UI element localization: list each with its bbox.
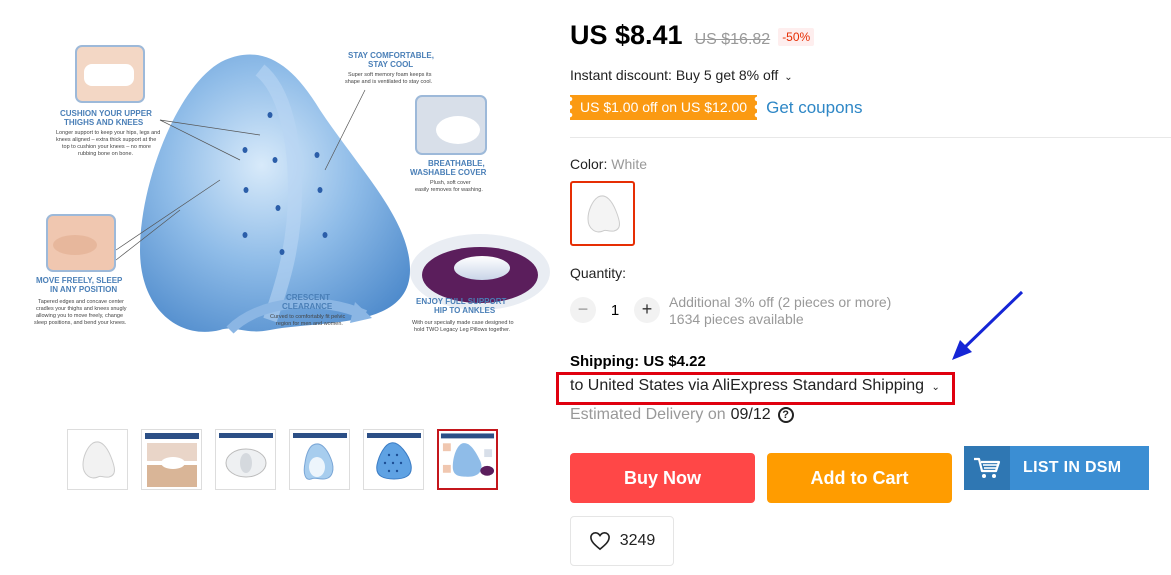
- svg-text:STAY COMFORTABLE,: STAY COMFORTABLE,: [348, 51, 434, 60]
- svg-text:With our specially made case d: With our specially made case designed to: [412, 320, 514, 326]
- heart-icon: [589, 531, 610, 551]
- svg-text:sleep positions, and bend your: sleep positions, and bend your knees.: [34, 320, 127, 326]
- svg-text:Curved to comfortably fit pelv: Curved to comfortably fit pelvic: [270, 314, 345, 320]
- pillow-white-swatch-image: [586, 195, 620, 232]
- shipping-method-selector[interactable]: to United States via AliExpress Standard…: [570, 377, 940, 395]
- estimated-delivery: Estimated Delivery on 09/12 ?: [570, 406, 794, 424]
- thumbnail-4[interactable]: [289, 429, 350, 490]
- svg-text:CLEARANCE: CLEARANCE: [282, 302, 333, 311]
- shipping-destination: to United States via AliExpress Standard…: [570, 377, 924, 394]
- svg-text:top to cushion your knees – no: top to cushion your knees – no more: [62, 144, 151, 150]
- current-price: US $8.41: [570, 20, 683, 50]
- wishlist-count: 3249: [619, 532, 656, 549]
- discount-badge: -50%: [778, 28, 815, 46]
- price-row: US $8.41 US $16.82 -50%: [570, 20, 815, 51]
- color-label-text: Color:: [570, 156, 608, 172]
- svg-text:Plush, soft cover: Plush, soft cover: [430, 180, 471, 186]
- chevron-down-icon: ⌄: [931, 382, 940, 393]
- svg-text:region for men and women.: region for men and women.: [276, 321, 343, 327]
- svg-text:WASHABLE COVER: WASHABLE COVER: [410, 168, 487, 177]
- annotation-arrow-icon: [952, 290, 1024, 360]
- svg-text:BREATHABLE,: BREATHABLE,: [428, 159, 485, 168]
- estimated-delivery-date: 09/12: [730, 406, 771, 423]
- pillow-grey-image: [218, 432, 273, 477]
- svg-text:STAY COOL: STAY COOL: [368, 60, 413, 69]
- pillow-vented-image: [366, 432, 421, 480]
- svg-text:cradles your thighs and knees: cradles your thighs and knees snugly: [36, 306, 127, 312]
- pillow-infographic-image: [440, 432, 495, 477]
- quantity-label: Quantity:: [570, 265, 627, 281]
- add-to-cart-button[interactable]: Add to Cart: [767, 453, 952, 503]
- svg-text:IN ANY POSITION: IN ANY POSITION: [50, 285, 117, 294]
- quantity-info: Additional 3% off (2 pieces or more) 163…: [669, 294, 891, 328]
- svg-text:ENJOY FULL SUPPORT: ENJOY FULL SUPPORT: [416, 297, 507, 306]
- list-in-dsm-label: LIST IN DSM: [1023, 459, 1122, 476]
- quantity-value[interactable]: 1: [596, 302, 634, 319]
- svg-text:HIP TO ANKLES: HIP TO ANKLES: [434, 306, 496, 315]
- original-price: US $16.82: [694, 31, 771, 48]
- svg-text:Super soft memory foam keeps i: Super soft memory foam keeps its: [348, 72, 432, 78]
- pillow-blue-image: [292, 432, 347, 480]
- help-icon[interactable]: ?: [777, 407, 794, 423]
- get-coupons-link[interactable]: Get coupons: [766, 98, 862, 118]
- quantity-minus-button[interactable]: −: [570, 297, 596, 323]
- shipping-price: Shipping: US $4.22: [570, 353, 706, 370]
- color-value: White: [611, 156, 648, 172]
- knee-pillow-infographic: CUSHION YOUR UPPER THIGHS AND KNEES Long…: [34, 45, 550, 334]
- thumbnail-1[interactable]: [67, 429, 128, 490]
- thumbnail-5[interactable]: [363, 429, 424, 490]
- quantity-available: 1634 pieces available: [669, 311, 804, 327]
- coupon-row: US $1.00 off on US $12.00 Get coupons: [570, 95, 863, 120]
- svg-text:CRESCENT: CRESCENT: [286, 293, 330, 302]
- color-swatch-white[interactable]: [570, 181, 635, 246]
- svg-text:knees aligned – extra thick su: knees aligned – extra thick support at t…: [56, 137, 156, 143]
- svg-text:rubbing bone on bone.: rubbing bone on bone.: [78, 151, 134, 157]
- shopping-cart-icon: [964, 446, 1010, 490]
- quantity-extra-discount: Additional 3% off (2 pieces or more): [669, 294, 892, 310]
- wishlist-button[interactable]: 3249: [570, 516, 674, 566]
- estimated-delivery-label: Estimated Delivery on: [570, 406, 726, 423]
- svg-text:Tapered edges and concave cent: Tapered edges and concave center: [38, 299, 124, 305]
- divider: [570, 137, 1171, 138]
- coupon-tag: US $1.00 off on US $12.00: [570, 95, 758, 120]
- main-product-image[interactable]: CUSHION YOUR UPPER THIGHS AND KNEES Long…: [20, 30, 550, 360]
- instant-discount[interactable]: Instant discount: Buy 5 get 8% off ⌄: [570, 67, 793, 83]
- svg-text:MOVE FREELY, SLEEP: MOVE FREELY, SLEEP: [36, 276, 123, 285]
- thumbnail-strip: [67, 429, 498, 490]
- svg-text:hold TWO Legacy Leg Pillows to: hold TWO Legacy Leg Pillows together.: [414, 327, 511, 333]
- pillow-bed-image: [142, 430, 201, 489]
- list-in-dsm-button[interactable]: LIST IN DSM: [964, 446, 1149, 490]
- instant-discount-text: Instant discount: Buy 5 get 8% off: [570, 67, 779, 83]
- svg-text:shape and is ventilated to sta: shape and is ventilated to stay cool.: [345, 79, 433, 85]
- pillow-white-image: [81, 441, 115, 478]
- svg-text:THIGHS AND KNEES: THIGHS AND KNEES: [64, 118, 144, 127]
- svg-text:CUSHION YOUR UPPER: CUSHION YOUR UPPER: [60, 109, 152, 118]
- quantity-plus-button[interactable]: +: [634, 297, 660, 323]
- svg-text:allowing you to move freely, c: allowing you to move freely, change: [36, 313, 123, 319]
- quantity-stepper: − 1 +: [570, 297, 660, 323]
- svg-text:Longer support to keep your hi: Longer support to keep your hips, legs a…: [56, 130, 160, 136]
- buy-now-button[interactable]: Buy Now: [570, 453, 755, 503]
- thumbnail-2[interactable]: [141, 429, 202, 490]
- thumbnail-3[interactable]: [215, 429, 276, 490]
- color-label: Color: White: [570, 156, 647, 172]
- chevron-down-icon: ⌄: [784, 72, 793, 83]
- thumbnail-6-active[interactable]: [437, 429, 498, 490]
- svg-text:easily removes for washing.: easily removes for washing.: [415, 187, 483, 193]
